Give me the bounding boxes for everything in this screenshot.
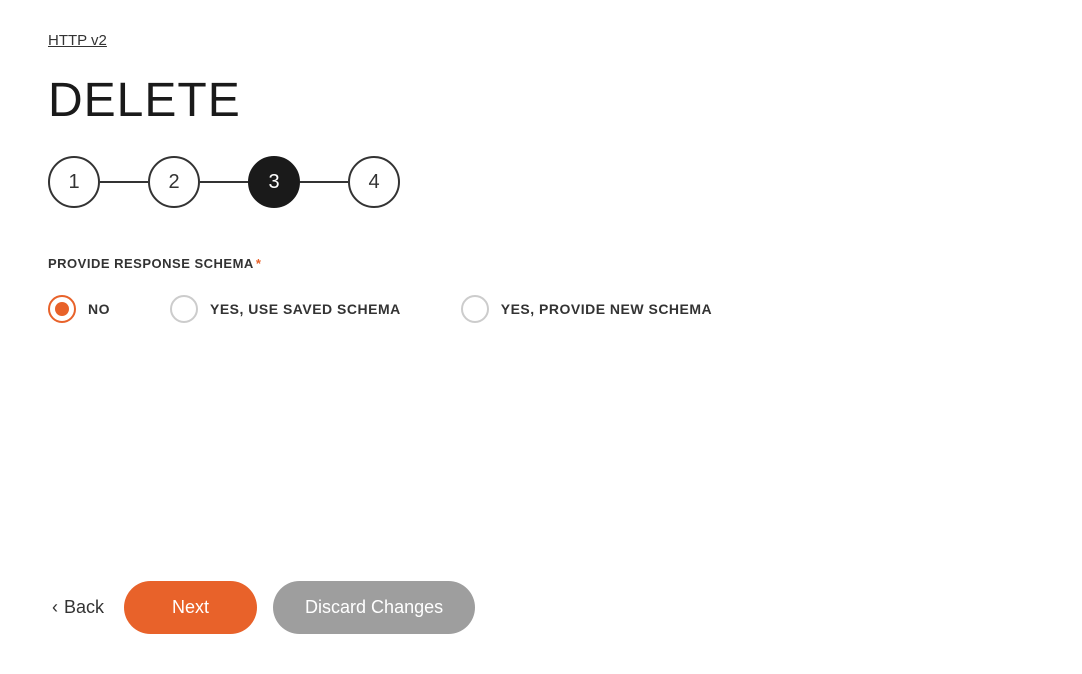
- bottom-actions: ‹ Back Next Discard Changes: [48, 581, 475, 634]
- step-connector-1-2: [100, 181, 148, 183]
- step-2[interactable]: 2: [148, 156, 200, 208]
- radio-label-no: NO: [88, 301, 110, 317]
- breadcrumb-link[interactable]: HTTP v2: [48, 32, 107, 49]
- radio-label-yes-saved: YES, USE SAVED SCHEMA: [210, 301, 401, 317]
- discard-changes-button[interactable]: Discard Changes: [273, 581, 475, 634]
- next-button[interactable]: Next: [124, 581, 257, 634]
- step-connector-3-4: [300, 181, 348, 183]
- radio-circle-yes-saved: [170, 295, 198, 323]
- page-container: HTTP v2 DELETE 1 2 3 4 PROVIDE RESPONSE …: [0, 0, 1082, 674]
- radio-option-yes-new[interactable]: YES, PROVIDE NEW SCHEMA: [461, 295, 712, 323]
- steps-container: 1 2 3 4: [48, 156, 1034, 208]
- back-button[interactable]: ‹ Back: [48, 589, 108, 626]
- radio-option-no[interactable]: NO: [48, 295, 110, 323]
- radio-label-yes-new: YES, PROVIDE NEW SCHEMA: [501, 301, 712, 317]
- radio-group: NO YES, USE SAVED SCHEMA YES, PROVIDE NE…: [48, 295, 1034, 323]
- chevron-left-icon: ‹: [52, 597, 58, 618]
- radio-circle-no: [48, 295, 76, 323]
- section-label: PROVIDE RESPONSE SCHEMA*: [48, 256, 1034, 271]
- step-3[interactable]: 3: [248, 156, 300, 208]
- radio-option-yes-saved[interactable]: YES, USE SAVED SCHEMA: [170, 295, 401, 323]
- page-title: DELETE: [48, 73, 1034, 128]
- step-4[interactable]: 4: [348, 156, 400, 208]
- radio-circle-yes-new: [461, 295, 489, 323]
- required-marker: *: [256, 256, 262, 271]
- step-1[interactable]: 1: [48, 156, 100, 208]
- step-connector-2-3: [200, 181, 248, 183]
